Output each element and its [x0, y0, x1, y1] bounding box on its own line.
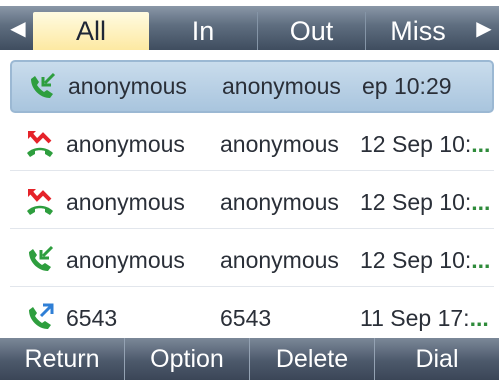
call-number: anonymous — [220, 246, 339, 273]
missed-call-icon — [27, 189, 53, 215]
call-name: anonymous — [66, 188, 185, 215]
delete-softkey[interactable]: Delete — [250, 338, 375, 380]
tab-miss[interactable]: Miss — [366, 12, 470, 50]
tab-bar: ◀ All In Out Miss ▶ — [0, 0, 499, 50]
return-softkey[interactable]: Return — [0, 338, 125, 380]
call-number: anonymous — [220, 130, 339, 157]
outgoing-call-icon — [29, 303, 54, 329]
tab-out[interactable]: Out — [258, 12, 366, 50]
call-number: anonymous — [222, 73, 341, 99]
softkey-bar: Return Option Delete Dial — [0, 338, 499, 380]
call-list-item[interactable]: anonymous anonymous 12 Sep 10:... — [10, 118, 494, 171]
call-list-item[interactable]: anonymous anonymous 12 Sep 10:... — [10, 176, 494, 229]
dial-softkey[interactable]: Dial — [375, 338, 499, 380]
incoming-call-icon — [31, 72, 56, 98]
call-history-screen: ◀ All In Out Miss ▶ anonymous anonymous … — [0, 0, 499, 380]
call-time: 11 Sep 17:... — [360, 304, 489, 331]
call-name: 6543 — [66, 304, 118, 331]
scroll-right-arrow[interactable]: ▶ — [472, 6, 496, 50]
triangle-right-icon: ▶ — [476, 17, 492, 40]
call-number: 6543 — [220, 304, 272, 331]
option-softkey[interactable]: Option — [125, 338, 250, 380]
call-list-item[interactable]: anonymous anonymous ep 10:29 — [10, 60, 494, 113]
call-time: ep 10:29 — [362, 73, 452, 99]
call-name: anonymous — [66, 130, 185, 157]
tab-all[interactable]: All — [33, 12, 149, 50]
call-number: anonymous — [220, 188, 339, 215]
call-name: anonymous — [68, 73, 187, 99]
call-list-item[interactable]: anonymous anonymous 12 Sep 10:... — [10, 234, 494, 287]
incoming-call-icon — [29, 245, 54, 271]
call-list: anonymous anonymous ep 10:29 anonymous a… — [0, 60, 499, 350]
call-time: 12 Sep 10:... — [360, 188, 491, 215]
call-time: 12 Sep 10:... — [360, 130, 491, 157]
tab-in[interactable]: In — [149, 12, 258, 50]
call-time: 12 Sep 10:... — [360, 246, 491, 273]
missed-call-icon — [27, 131, 53, 157]
triangle-left-icon: ◀ — [10, 17, 26, 40]
scroll-left-arrow[interactable]: ◀ — [6, 6, 30, 50]
call-name: anonymous — [66, 246, 185, 273]
